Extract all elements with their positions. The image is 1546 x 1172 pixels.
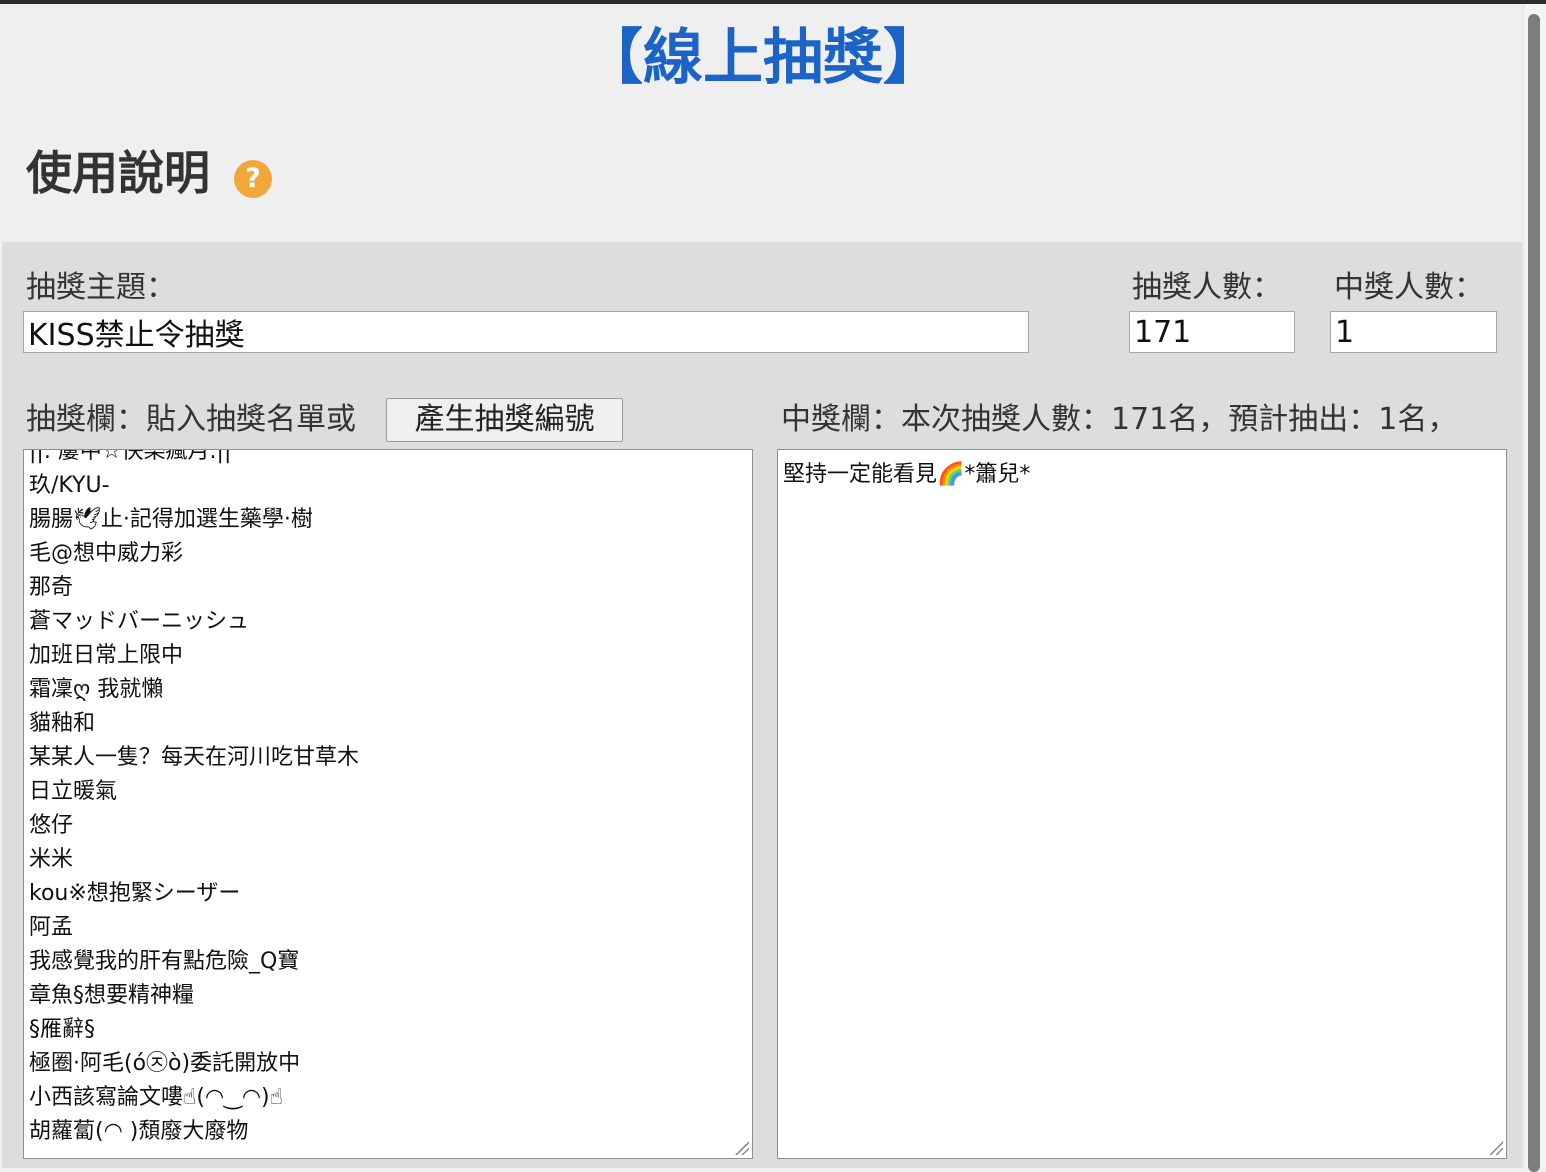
participants-count-label: 抽獎人數： [1132, 270, 1282, 305]
list-item: 我感覺我的肝有點危險_Q寶 [29, 949, 300, 974]
winners-label: 中獎欄：本次抽獎人數：171名，預計抽出：1名， [781, 402, 1458, 437]
list-item: 毛@想中威力彩 [29, 541, 184, 566]
list-item: 貓釉和 [29, 711, 96, 736]
participants-count-input[interactable] [1129, 311, 1295, 353]
list-item: 霜凜ღ 我就懶 [29, 677, 164, 702]
list-item: 蒼マッドバーニッシュ [29, 609, 250, 634]
page-title: 【線上抽獎】 [583, 23, 943, 93]
page-scrollbar[interactable] [1523, 4, 1546, 1172]
list-item: 米米 [29, 847, 74, 872]
scrollbar-thumb[interactable] [1528, 14, 1540, 1172]
winners-count-label: 中獎人數： [1334, 270, 1484, 305]
resize-handle-icon[interactable] [1489, 1141, 1503, 1155]
list-item: §雁辭§ [29, 1017, 96, 1042]
list-item: 加班日常上限中 [29, 643, 184, 668]
list-item: 悠仔 [29, 813, 74, 838]
entries-label: 抽獎欄：貼入抽獎名單或 [26, 402, 356, 437]
entries-list: ||. 屢中☆快樂瘋月.|| 玖/KYU- 腸腸🕊止·記得加選生藥學·樹 毛@想… [29, 449, 360, 1149]
list-item: 小西該寫論文嘍☝(◠‿◠)☝ [29, 1085, 284, 1110]
entries-textarea[interactable]: ||. 屢中☆快樂瘋月.|| 玖/KYU- 腸腸🕊止·記得加選生藥學·樹 毛@想… [23, 449, 753, 1159]
list-item: 極圈·阿毛(ó㉨ò)委託開放中 [29, 1051, 301, 1076]
list-item: 章魚§想要精神糧 [29, 983, 195, 1008]
list-item: 日立暖氣 [29, 779, 118, 804]
list-item: 阿孟 [29, 915, 74, 940]
list-item: 玖/KYU- [29, 473, 110, 498]
generate-numbers-button[interactable]: 產生抽獎編號 [386, 398, 623, 442]
list-item: kou※想抱緊シーザー [29, 881, 241, 906]
question-circle-icon[interactable]: ? [234, 160, 272, 198]
list-item: 腸腸🕊止·記得加選生藥學·樹 [29, 507, 313, 532]
topic-input[interactable] [23, 311, 1029, 353]
winners-textarea[interactable]: 堅持一定能看見🌈*簫兒* [777, 449, 1507, 1159]
window-top-bar [0, 0, 1546, 4]
resize-handle-icon[interactable] [735, 1141, 749, 1155]
winners-count-input[interactable] [1330, 311, 1497, 353]
instructions-heading[interactable]: 使用說明 [26, 140, 210, 206]
list-item: ||. 屢中☆快樂瘋月.|| [29, 449, 232, 464]
list-item: 那奇 [29, 575, 74, 600]
list-item: 某某人一隻？每天在河川吃甘草木 [29, 745, 360, 770]
topic-label: 抽獎主題： [26, 270, 176, 305]
winner-item: 堅持一定能看見🌈*簫兒* [783, 462, 1031, 487]
winners-list: 堅持一定能看見🌈*簫兒* [783, 458, 1030, 492]
list-item: 胡蘿蔔(◠ )頹廢大廢物 [29, 1119, 249, 1144]
